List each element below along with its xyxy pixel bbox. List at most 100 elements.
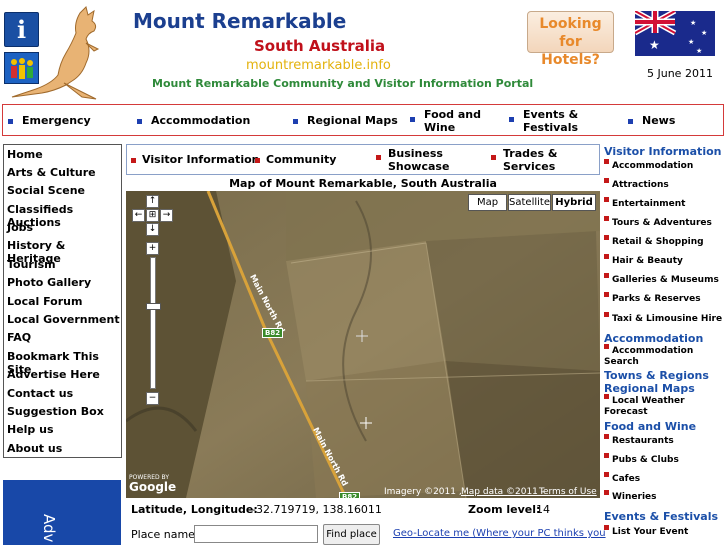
subnav-visitor-information[interactable]: Visitor Information bbox=[131, 153, 259, 166]
zoom-out-icon[interactable]: − bbox=[146, 392, 159, 405]
right-section-heading: Towns & Regions bbox=[604, 369, 709, 382]
right-link-label: Hair & Beauty bbox=[612, 256, 683, 266]
place-name-label: Place name: bbox=[131, 528, 199, 541]
right-link-item[interactable]: Local Weather Forecast bbox=[604, 394, 724, 418]
right-link-item[interactable]: List Your Event bbox=[604, 525, 724, 538]
bullet-icon bbox=[604, 472, 609, 477]
right-link-item[interactable]: Hair & Beauty bbox=[604, 254, 724, 267]
menu-item[interactable]: Local Forum bbox=[7, 295, 82, 308]
satellite-map[interactable]: Main North Rd Main North Rd B82 B82 Map … bbox=[126, 191, 600, 498]
map-title: Map of Mount Remarkable, South Australia bbox=[229, 177, 497, 190]
zoom-slider-thumb[interactable] bbox=[146, 303, 161, 311]
nav-food-and-wine[interactable]: Food and Wine bbox=[410, 108, 482, 134]
pan-left-icon[interactable]: ← bbox=[132, 209, 145, 222]
pan-up-icon[interactable]: ↑ bbox=[146, 195, 159, 208]
ad-text: Adv bbox=[40, 514, 58, 543]
right-link-label: Retail & Shopping bbox=[612, 237, 704, 247]
nav-label: Emergency bbox=[22, 114, 91, 127]
menu-item[interactable]: Home bbox=[7, 148, 43, 161]
place-name-input[interactable] bbox=[194, 525, 318, 543]
map-type-hybrid[interactable]: Hybrid bbox=[552, 194, 596, 211]
right-section-heading: Visitor Information bbox=[604, 145, 722, 158]
latlong-label: Latitude, Longitude: bbox=[131, 503, 258, 516]
right-link-item[interactable]: Galleries & Museums bbox=[604, 273, 724, 286]
subnav-bullet-icon bbox=[131, 157, 136, 163]
map-data-attribution[interactable]: Map data ©2011 - bbox=[461, 487, 544, 497]
advertisement-banner[interactable]: Adv bbox=[3, 480, 121, 545]
right-link-item[interactable]: Accommodation Search bbox=[604, 344, 724, 368]
svg-text:★: ★ bbox=[688, 38, 694, 46]
map-type-map[interactable]: Map bbox=[468, 194, 507, 211]
australia-flag-icon: ★ ★ ★ ★ ★ bbox=[635, 11, 715, 56]
nav-label: Regional Maps bbox=[307, 114, 398, 127]
nav-label: News bbox=[642, 114, 676, 127]
subnav-label: Community bbox=[266, 153, 337, 166]
bullet-icon bbox=[604, 292, 609, 297]
right-link-label: Attractions bbox=[612, 180, 669, 190]
svg-text:★: ★ bbox=[690, 19, 696, 27]
bullet-icon bbox=[604, 312, 609, 317]
site-domain: mountremarkable.info bbox=[246, 58, 391, 73]
menu-item[interactable]: About us bbox=[7, 442, 62, 455]
zoom-slider-track[interactable] bbox=[150, 257, 156, 389]
right-link-item[interactable]: Entertainment bbox=[604, 197, 724, 210]
right-link-item[interactable]: Cafes bbox=[604, 472, 724, 485]
subnav-business-showcase[interactable]: Business Showcase bbox=[376, 147, 461, 173]
find-place-button[interactable]: Find place bbox=[323, 524, 380, 545]
right-link-label: Local Weather Forecast bbox=[604, 396, 685, 417]
map-imagery bbox=[126, 191, 600, 498]
pan-right-icon[interactable]: → bbox=[160, 209, 173, 222]
terms-of-use-link[interactable]: Terms of Use bbox=[539, 487, 597, 497]
nav-regional-maps[interactable]: Regional Maps bbox=[293, 114, 398, 127]
menu-item[interactable]: Social Scene bbox=[7, 184, 85, 197]
pan-center-icon[interactable]: ⊞ bbox=[146, 209, 159, 222]
right-link-item[interactable]: Accommodation bbox=[604, 159, 724, 172]
menu-item[interactable]: FAQ bbox=[7, 331, 31, 344]
site-subtitle: South Australia bbox=[254, 37, 386, 55]
menu-item[interactable]: Photo Gallery bbox=[7, 276, 91, 289]
menu-item[interactable]: Local Government bbox=[7, 313, 120, 326]
menu-item[interactable]: Arts & Culture bbox=[7, 166, 96, 179]
bullet-icon bbox=[604, 235, 609, 240]
menu-item[interactable]: Jobs bbox=[7, 221, 33, 234]
subnav-label: Trades & Services bbox=[503, 147, 558, 173]
subnav-community[interactable]: Community bbox=[255, 153, 336, 166]
bullet-icon bbox=[604, 273, 609, 278]
svg-text:★: ★ bbox=[696, 47, 702, 55]
google-logo[interactable]: Google bbox=[129, 480, 176, 494]
right-link-label: Accommodation Search bbox=[604, 346, 694, 367]
right-link-item[interactable]: Parks & Reserves bbox=[604, 292, 724, 305]
nav-events-festivals[interactable]: Events & Festivals bbox=[509, 108, 587, 134]
map-type-satellite[interactable]: Satellite bbox=[508, 194, 551, 211]
right-link-item[interactable]: Taxi & Limousine Hire bbox=[604, 312, 724, 325]
menu-item[interactable]: Contact us bbox=[7, 387, 73, 400]
zoom-level-value: 14 bbox=[536, 503, 550, 516]
nav-news[interactable]: News bbox=[628, 114, 675, 127]
right-link-label: Wineries bbox=[612, 492, 657, 502]
right-link-item[interactable]: Attractions bbox=[604, 178, 724, 191]
bullet-icon bbox=[604, 490, 609, 495]
hotels-button[interactable]: Looking for Hotels? bbox=[527, 11, 614, 68]
nav-emergency[interactable]: Emergency bbox=[8, 114, 91, 127]
right-link-item[interactable]: Wineries bbox=[604, 490, 724, 503]
menu-item[interactable]: Tourism bbox=[7, 258, 56, 271]
bullet-icon bbox=[604, 197, 609, 202]
menu-item[interactable]: Help us bbox=[7, 423, 54, 436]
menu-item[interactable]: Suggestion Box bbox=[7, 405, 104, 418]
right-link-item[interactable]: Restaurants bbox=[604, 434, 724, 447]
nav-label: Events & Festivals bbox=[523, 108, 579, 134]
geolocate-link[interactable]: Geo-Locate me (Where your PC thinks you bbox=[393, 528, 606, 539]
pan-down-icon[interactable]: ↓ bbox=[146, 223, 159, 236]
menu-item[interactable]: Advertise Here bbox=[7, 368, 100, 381]
nav-accommodation[interactable]: Accommodation bbox=[137, 114, 250, 127]
bullet-icon bbox=[604, 344, 609, 349]
right-link-item[interactable]: Pubs & Clubs bbox=[604, 453, 724, 466]
zoom-in-icon[interactable]: + bbox=[146, 242, 159, 255]
right-link-item[interactable]: Retail & Shopping bbox=[604, 235, 724, 248]
right-section-heading: Events & Festivals bbox=[604, 510, 719, 523]
nav-label: Accommodation bbox=[151, 114, 251, 127]
right-link-item[interactable]: Tours & Adventures bbox=[604, 216, 724, 229]
nav-bullet-icon bbox=[410, 117, 415, 122]
subnav-trades-services[interactable]: Trades & Services bbox=[491, 147, 569, 173]
nav-bullet-icon bbox=[293, 118, 298, 124]
